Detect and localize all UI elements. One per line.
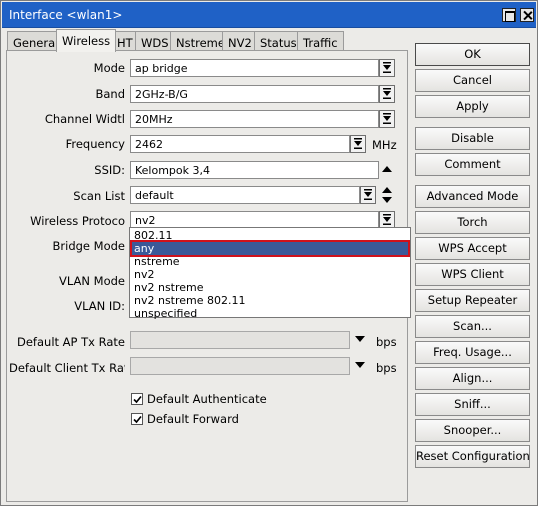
- frequency-select[interactable]: 2462: [130, 135, 350, 153]
- align-button[interactable]: Align...: [415, 367, 530, 390]
- wireless-protocol-options: 802.11 any nstreme nv2 nv2 nstreme nv2 n…: [129, 227, 411, 320]
- scan-list-dropdown-button[interactable]: [360, 186, 376, 204]
- band-select[interactable]: 2GHz-B/G: [130, 85, 379, 103]
- frequency-dropdown-button[interactable]: [350, 135, 366, 153]
- wps-client-button[interactable]: WPS Client: [415, 263, 530, 286]
- option-any[interactable]: any: [130, 240, 410, 257]
- add-remove-arrows-icon[interactable]: [382, 187, 392, 203]
- wireless-protocol-label: Wireless Protoco: [30, 214, 125, 228]
- apply-button[interactable]: Apply: [415, 95, 530, 118]
- frequency-unit: MHz: [372, 138, 397, 152]
- option-nv2-nstreme-802-11[interactable]: nv2 nstreme 802.11: [132, 294, 408, 307]
- advanced-mode-button[interactable]: Advanced Mode: [415, 185, 530, 208]
- expand-arrow-icon[interactable]: [355, 336, 365, 343]
- sniff-button[interactable]: Sniff...: [415, 393, 530, 416]
- default-client-tx-rate-input[interactable]: [130, 357, 350, 375]
- tab-status[interactable]: Status: [254, 31, 303, 51]
- title-bar[interactable]: Interface <wlan1>: [2, 2, 536, 28]
- option-nv2[interactable]: nv2: [132, 268, 408, 281]
- expand-arrow-icon[interactable]: [355, 362, 365, 369]
- dropdown-arrow-icon: [364, 189, 372, 200]
- default-client-tx-rate-unit: bps: [376, 361, 397, 375]
- comment-button[interactable]: Comment: [415, 153, 530, 176]
- checkmark-icon: [133, 415, 142, 424]
- default-ap-tx-rate-label: Default AP Tx Rate: [17, 335, 125, 349]
- torch-button[interactable]: Torch: [415, 211, 530, 234]
- default-ap-tx-rate-unit: bps: [376, 335, 397, 349]
- mode-select[interactable]: ap bridge: [130, 59, 379, 77]
- option-nv2-nstreme[interactable]: nv2 nstreme: [132, 281, 408, 294]
- tab-wireless[interactable]: Wireless: [56, 29, 117, 52]
- default-authenticate-label: Default Authenticate: [147, 392, 267, 406]
- ssid-input[interactable]: Kelompok 3,4: [130, 161, 379, 179]
- frequency-label: Frequency: [65, 137, 125, 151]
- collapse-arrow-icon[interactable]: [382, 165, 392, 173]
- scan-list-select[interactable]: default: [130, 186, 360, 204]
- freq-usage-button[interactable]: Freq. Usage...: [415, 341, 530, 364]
- dropdown-arrow-icon: [383, 113, 391, 124]
- default-client-tx-rate-label: Default Client Tx Rat: [9, 361, 125, 375]
- scan-button[interactable]: Scan...: [415, 315, 530, 338]
- close-icon[interactable]: [520, 8, 534, 22]
- channel-width-dropdown-button[interactable]: [379, 110, 395, 128]
- dropdown-arrow-icon: [383, 214, 391, 225]
- vlan-mode-label: VLAN Mode: [59, 274, 125, 288]
- window-title: Interface <wlan1>: [9, 8, 123, 22]
- channel-width-select[interactable]: 20MHz: [130, 110, 379, 128]
- ssid-label: SSID:: [94, 163, 125, 177]
- mode-label: Mode: [93, 61, 125, 75]
- dropdown-arrow-icon: [383, 62, 391, 73]
- band-dropdown-button[interactable]: [379, 85, 395, 103]
- bridge-mode-label: Bridge Mode: [52, 239, 125, 253]
- channel-width-label: Channel Widtl: [44, 112, 125, 126]
- reset-configuration-button[interactable]: Reset Configuration: [415, 445, 530, 468]
- band-label: Band: [95, 87, 125, 101]
- option-unspecified[interactable]: unspecified: [132, 307, 408, 320]
- tab-traffic[interactable]: Traffic: [297, 31, 344, 51]
- checkmark-icon: [133, 395, 142, 404]
- tab-wds[interactable]: WDS: [135, 31, 175, 51]
- option-nstreme[interactable]: nstreme: [132, 255, 408, 268]
- default-authenticate-checkbox[interactable]: [131, 393, 143, 405]
- option-802-11[interactable]: 802.11: [132, 229, 408, 242]
- default-ap-tx-rate-input[interactable]: [130, 331, 350, 349]
- disable-button[interactable]: Disable: [415, 127, 530, 150]
- cancel-button[interactable]: Cancel: [415, 69, 530, 92]
- scan-list-label: Scan List: [73, 189, 125, 203]
- setup-repeater-button[interactable]: Setup Repeater: [415, 289, 530, 312]
- ok-button[interactable]: OK: [415, 43, 530, 66]
- maximize-icon[interactable]: [502, 8, 516, 22]
- wps-accept-button[interactable]: WPS Accept: [415, 237, 530, 260]
- tab-nv2[interactable]: NV2: [222, 31, 258, 51]
- mode-dropdown-button[interactable]: [379, 59, 395, 77]
- vlan-id-label: VLAN ID:: [74, 299, 125, 313]
- dropdown-arrow-icon: [354, 138, 362, 149]
- default-forward-label: Default Forward: [147, 412, 239, 426]
- snooper-button[interactable]: Snooper...: [415, 419, 530, 442]
- interface-window: Interface <wlan1> General Wireless HT WD…: [0, 0, 538, 506]
- dropdown-arrow-icon: [383, 88, 391, 99]
- default-forward-checkbox[interactable]: [131, 413, 143, 425]
